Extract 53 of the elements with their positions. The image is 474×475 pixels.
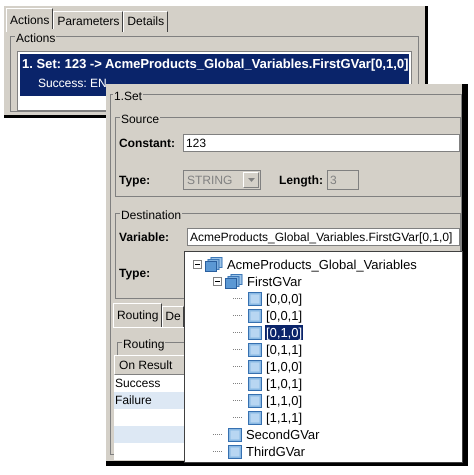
action-detail: Success: EN: [37, 74, 108, 92]
field-label: Constant:: [119, 135, 176, 152]
tab[interactable]: Routing: [113, 303, 162, 327]
square-icon: [248, 360, 262, 374]
collapse-toggle[interactable]: [213, 277, 222, 286]
square-icon: [248, 292, 262, 306]
square-icon: [248, 342, 262, 356]
tree-item[interactable]: [0,1,1]: [265, 342, 304, 357]
square-icon: [248, 308, 262, 322]
tree-item[interactable]: [1,0,0]: [265, 359, 304, 374]
tree-line: [233, 417, 242, 418]
minus-icon: [195, 264, 200, 265]
minus-icon: [215, 281, 220, 282]
cubes-icon: [225, 274, 243, 289]
field-label: Type:: [119, 172, 152, 189]
caret-icon: [248, 178, 254, 182]
field-label: Type:: [119, 265, 150, 282]
square-icon: [248, 394, 262, 408]
input-field[interactable]: AcmeProducts_Global_Variables.FirstGVar[0,1,0]: [187, 228, 460, 246]
tree-line: [233, 315, 242, 316]
field-label: Variable:: [119, 229, 170, 246]
tree-line: [213, 451, 222, 452]
tree-item[interactable]: ThirdGVar: [245, 444, 306, 459]
tab[interactable]: Actions: [6, 8, 54, 32]
tab[interactable]: Parameters: [53, 11, 124, 32]
tree-line: [233, 332, 242, 333]
tab[interactable]: De: [162, 306, 184, 327]
tab[interactable]: Details: [123, 11, 168, 32]
square-icon: [248, 376, 262, 390]
square-icon: [228, 428, 242, 442]
tree-line: [233, 298, 242, 299]
action-title: 1. Set: 123 -> AcmeProducts_Global_Variables.FirstGVar[0,1,0]: [22, 55, 407, 73]
tree-line: [233, 366, 242, 367]
tree-line: [233, 400, 242, 401]
collapse-toggle[interactable]: [193, 260, 202, 269]
tree-line: [213, 434, 222, 435]
tree-item[interactable]: [1,1,0]: [265, 393, 304, 408]
tree-line: [233, 383, 242, 384]
tree-item[interactable]: [0,1,0]: [265, 325, 304, 340]
input-field[interactable]: 123: [183, 134, 460, 152]
square-icon: [228, 444, 242, 458]
square-icon: [248, 410, 262, 424]
field-label: Length:: [279, 172, 323, 189]
tree-item[interactable]: AcmeProducts_Global_Variables: [226, 257, 418, 272]
tree-item[interactable]: [0,0,0]: [265, 291, 304, 306]
tree-item[interactable]: [1,1,1]: [265, 410, 304, 425]
tree-item[interactable]: FirstGVar: [246, 274, 303, 289]
tree-item[interactable]: [0,0,1]: [265, 308, 304, 323]
tree-line: [233, 349, 242, 350]
square-icon: [248, 326, 262, 340]
tree-item[interactable]: [1,0,1]: [265, 376, 304, 391]
cubes-icon: [205, 257, 223, 272]
tree-item[interactable]: SecondGVar: [245, 427, 320, 442]
